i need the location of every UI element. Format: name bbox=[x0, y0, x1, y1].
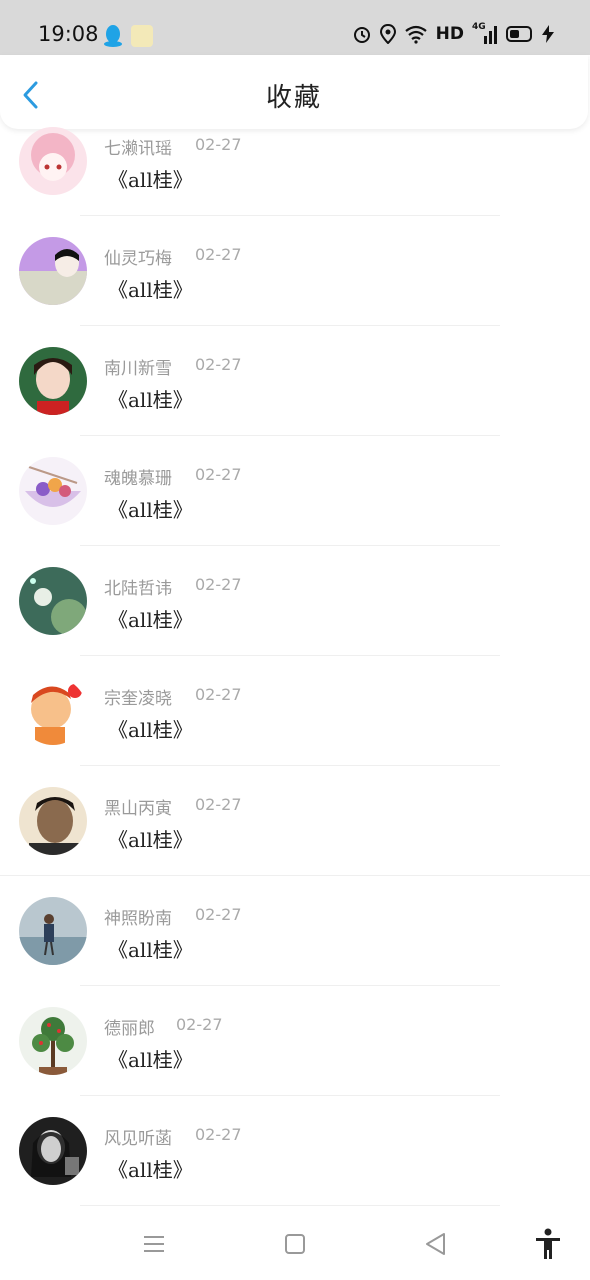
list-item-date: 02-27 bbox=[195, 575, 242, 594]
divider bbox=[80, 655, 500, 656]
divider bbox=[0, 875, 590, 876]
list-item[interactable]: 黑山丙寅 02-27 《all桂》 bbox=[0, 787, 590, 899]
wifi-icon bbox=[404, 25, 427, 44]
avatar[interactable] bbox=[19, 567, 87, 635]
list-item[interactable]: 七濑讯瑶 02-27 《all桂》 bbox=[0, 127, 590, 239]
app-icon bbox=[131, 25, 153, 47]
list-item-date: 02-27 bbox=[195, 1125, 242, 1144]
status-time: 19:08 bbox=[38, 22, 99, 46]
signal-icon: 4G bbox=[472, 22, 498, 44]
avatar[interactable] bbox=[19, 677, 87, 745]
list-item-user: 德丽郎 bbox=[104, 1019, 155, 1039]
list-item-title[interactable]: 《all桂》 bbox=[108, 934, 193, 963]
list-item[interactable]: 魂魄慕珊 02-27 《all桂》 bbox=[0, 457, 590, 569]
list-item[interactable]: 北陆哲讳 02-27 《all桂》 bbox=[0, 567, 590, 679]
list-item[interactable]: 仙灵巧梅 02-27 《all桂》 bbox=[0, 237, 590, 349]
list-item[interactable]: 神照盼南 02-27 《all桂》 bbox=[0, 897, 590, 1009]
divider bbox=[80, 545, 500, 546]
cellular-label: 4G bbox=[472, 22, 486, 32]
divider bbox=[80, 765, 500, 766]
list-item-date: 02-27 bbox=[195, 795, 242, 814]
list-item-date: 02-27 bbox=[195, 245, 242, 264]
divider bbox=[80, 435, 500, 436]
list-item-date: 02-27 bbox=[195, 465, 242, 484]
avatar[interactable] bbox=[19, 457, 87, 525]
charging-icon bbox=[542, 25, 554, 43]
accessibility-icon[interactable] bbox=[534, 1228, 562, 1260]
status-icons: HD 4G bbox=[352, 22, 554, 44]
avatar[interactable] bbox=[19, 127, 87, 195]
avatar[interactable] bbox=[19, 347, 87, 415]
divider bbox=[80, 1095, 500, 1096]
list-item-title[interactable]: 《all桂》 bbox=[108, 714, 193, 743]
battery-icon bbox=[506, 26, 532, 42]
home-icon[interactable] bbox=[285, 1234, 305, 1254]
menu-icon[interactable] bbox=[143, 1235, 165, 1253]
list-item-title[interactable]: 《all桂》 bbox=[108, 1044, 193, 1073]
list-item-user: 仙灵巧梅 bbox=[104, 249, 172, 269]
list-item-title[interactable]: 《all桂》 bbox=[108, 494, 193, 523]
back-triangle-icon[interactable] bbox=[424, 1232, 446, 1256]
network-hd-label: HD bbox=[435, 24, 464, 44]
location-icon bbox=[379, 24, 396, 44]
divider bbox=[80, 325, 500, 326]
list-item-title[interactable]: 《all桂》 bbox=[108, 604, 193, 633]
list-item-date: 02-27 bbox=[195, 135, 242, 154]
status-bar: 19:08 HD 4G bbox=[0, 0, 590, 55]
divider bbox=[80, 985, 500, 986]
avatar[interactable] bbox=[19, 1117, 87, 1185]
list-item-date: 02-27 bbox=[176, 1015, 223, 1034]
avatar[interactable] bbox=[19, 897, 87, 965]
list-item-user: 北陆哲讳 bbox=[104, 579, 172, 599]
list-item-date: 02-27 bbox=[195, 905, 242, 924]
avatar[interactable] bbox=[19, 237, 87, 305]
avatar[interactable] bbox=[19, 1007, 87, 1075]
app-header: 收藏 bbox=[0, 55, 588, 129]
list-item[interactable]: 宗奎凌晓 02-27 《all桂》 bbox=[0, 677, 590, 789]
divider bbox=[80, 1205, 500, 1206]
alarm-icon bbox=[353, 27, 370, 43]
list-item-user: 风见听菡 bbox=[104, 1129, 172, 1149]
system-navbar bbox=[0, 1210, 590, 1280]
list-item-title[interactable]: 《all桂》 bbox=[108, 824, 193, 853]
list-item-user: 宗奎凌晓 bbox=[104, 689, 172, 709]
avatar[interactable] bbox=[19, 787, 87, 855]
list-item-user: 黑山丙寅 bbox=[104, 799, 172, 819]
list-item-title[interactable]: 《all桂》 bbox=[108, 164, 193, 193]
list-item-user: 神照盼南 bbox=[104, 909, 172, 929]
list-item-title[interactable]: 《all桂》 bbox=[108, 1154, 193, 1183]
divider bbox=[80, 215, 500, 216]
qq-icon bbox=[104, 25, 122, 47]
list-item-user: 南川新雪 bbox=[104, 359, 172, 379]
list-item-date: 02-27 bbox=[195, 355, 242, 374]
list-item[interactable]: 德丽郎 02-27 《all桂》 bbox=[0, 1007, 590, 1119]
list-item[interactable]: 南川新雪 02-27 《all桂》 bbox=[0, 347, 590, 459]
list-item-user: 七濑讯瑶 bbox=[104, 139, 172, 159]
list-item-title[interactable]: 《all桂》 bbox=[108, 384, 193, 413]
page-title: 收藏 bbox=[265, 83, 322, 113]
list-item-date: 02-27 bbox=[195, 685, 242, 704]
list-item-user: 魂魄慕珊 bbox=[104, 469, 172, 489]
list-item-title[interactable]: 《all桂》 bbox=[108, 274, 193, 303]
